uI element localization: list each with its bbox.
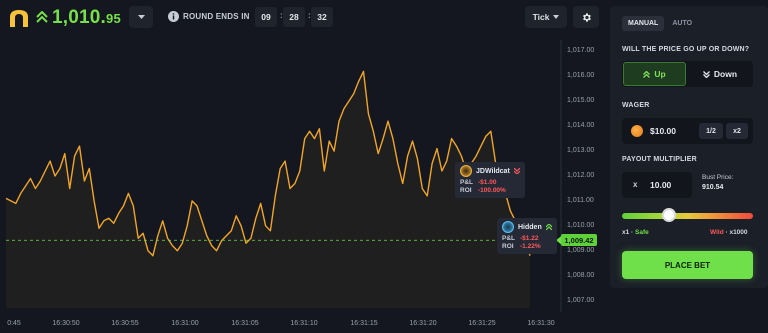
slider-handle[interactable] bbox=[662, 208, 677, 222]
wager-label: WAGER bbox=[622, 102, 650, 109]
up-label: Up bbox=[654, 69, 666, 79]
down-label: Down bbox=[713, 69, 738, 79]
bet-user-name: JDWildcat bbox=[476, 167, 510, 175]
payout-multiplier-label: PAYOUT MULTIPLIER bbox=[622, 156, 697, 163]
current-price-marker: 1,009.42 bbox=[561, 234, 597, 247]
up-arrow-icon bbox=[545, 224, 552, 230]
coin-icon bbox=[631, 125, 643, 137]
y-tick-label: 1,013.00 bbox=[567, 147, 595, 155]
bet-user-name: Hidden bbox=[518, 223, 542, 231]
x-tick-label: 16:31:15 bbox=[350, 320, 378, 327]
y-tick-label: 1,011.00 bbox=[567, 196, 594, 204]
y-tick-label: 1,009.00 bbox=[567, 246, 595, 254]
x-tick-label: 16:31:05 bbox=[231, 320, 259, 327]
half-wager-button[interactable]: 1/2 bbox=[699, 123, 723, 139]
x-tick-label: 16:30:50 bbox=[52, 320, 80, 327]
y-tick-label: 1,017.00 bbox=[567, 47, 595, 55]
y-tick-label: 1,014.00 bbox=[567, 122, 595, 130]
down-button[interactable]: Down bbox=[688, 62, 752, 86]
x-tick-label: 0:45 bbox=[7, 320, 21, 327]
price-area bbox=[6, 71, 530, 309]
wager-value[interactable]: $10.00 bbox=[650, 126, 676, 136]
bust-price-label: Bust Price: bbox=[702, 174, 734, 181]
x-tick-label: 16:31:30 bbox=[527, 320, 555, 327]
bet-panel: MANUAL AUTO WILL THE PRICE GO UP OR DOWN… bbox=[610, 6, 768, 288]
y-tick-label: 1,007.00 bbox=[567, 296, 595, 304]
y-tick-label: 1,016.00 bbox=[567, 72, 595, 80]
y-tick-label: 1,008.00 bbox=[567, 271, 595, 279]
multiplier-input[interactable]: x 10.00 bbox=[622, 172, 692, 198]
x-tick-label: 16:30:55 bbox=[111, 320, 139, 327]
up-button[interactable]: Up bbox=[623, 62, 686, 86]
avatar bbox=[502, 221, 514, 233]
x-tick-label: 16:31:10 bbox=[290, 320, 318, 327]
bust-price-value: 910.54 bbox=[702, 184, 724, 191]
bet-mode-tabs: MANUAL AUTO bbox=[622, 16, 698, 31]
multiplier-value[interactable]: 10.00 bbox=[650, 180, 671, 190]
multiplier-slider[interactable] bbox=[622, 213, 753, 219]
y-tick-label: 1,010.00 bbox=[567, 221, 595, 229]
bet-card-hidden[interactable]: Hidden P&L -$1.22 ROI -1.22% bbox=[497, 218, 557, 254]
up-arrow-icon bbox=[643, 70, 651, 78]
safe-label: x1 · Safe bbox=[622, 229, 649, 236]
y-tick-label: 1,012.00 bbox=[567, 172, 595, 179]
avatar bbox=[460, 165, 472, 177]
place-bet-button[interactable]: PLACE BET bbox=[622, 251, 753, 279]
x-tick-label: 16:31:20 bbox=[409, 320, 437, 327]
wild-label: Wild · x1000 bbox=[710, 229, 748, 236]
down-arrow-icon bbox=[513, 168, 520, 174]
tab-manual[interactable]: MANUAL bbox=[622, 16, 665, 31]
bet-card-jdwildcat[interactable]: JDWildcat P&L -$1.00 ROI -100.00% bbox=[455, 162, 525, 198]
down-arrow-icon bbox=[702, 70, 710, 78]
double-wager-button[interactable]: x2 bbox=[726, 123, 748, 139]
y-tick-label: 1,015.00 bbox=[567, 97, 595, 105]
multiplier-prefix: x bbox=[633, 180, 638, 189]
x-tick-label: 16:31:00 bbox=[171, 320, 199, 327]
tab-auto[interactable]: AUTO bbox=[666, 16, 698, 31]
wager-input[interactable]: $10.00 1/2 x2 bbox=[622, 118, 753, 144]
direction-question: WILL THE PRICE GO UP OR DOWN? bbox=[622, 46, 750, 53]
x-tick-label: 16:31:25 bbox=[468, 320, 496, 327]
direction-toggle: Up Down bbox=[622, 61, 753, 87]
